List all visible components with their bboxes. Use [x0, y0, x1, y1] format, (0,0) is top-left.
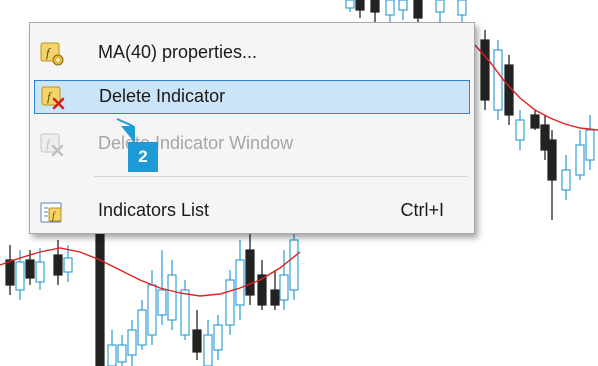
candle-body — [127, 329, 137, 356]
candle-body — [15, 261, 25, 291]
candle-body — [137, 309, 147, 346]
candle-body — [25, 259, 35, 279]
candle-body — [35, 261, 45, 283]
delete-indicator-window-icon: f — [40, 133, 64, 157]
candle-body — [515, 119, 525, 141]
candle-body — [270, 289, 280, 306]
candle-body — [157, 289, 167, 316]
candle-body — [279, 274, 289, 301]
callout-pointer-icon — [116, 118, 135, 143]
candle-body — [63, 257, 73, 273]
candle-body — [53, 254, 63, 276]
candle-body — [213, 324, 223, 351]
indicators-list-icon: f — [40, 202, 62, 223]
candle-body — [370, 0, 380, 13]
candle-body — [107, 344, 117, 366]
candle-body — [493, 49, 503, 111]
candle-body — [192, 329, 202, 353]
context-menu: f MA(40) properties... f Delete Indicato… — [29, 22, 475, 234]
candle-body — [95, 229, 105, 366]
candle-body — [289, 239, 299, 291]
candle-body — [147, 284, 157, 336]
menu-item-label: Delete Indicator — [99, 86, 226, 106]
menu-item-delete-indicator-window: f Delete Indicator Window — [34, 128, 470, 162]
menu-item-delete-indicator[interactable]: f Delete Indicator — [34, 80, 470, 114]
delete-indicator-icon: f — [41, 86, 65, 110]
menu-item-label: MA(40) properties... — [98, 42, 258, 62]
menu-item-properties[interactable]: f MA(40) properties... — [34, 37, 470, 71]
candle-body — [457, 0, 467, 16]
candle-body — [345, 0, 355, 9]
candle-body — [585, 129, 595, 161]
candle-body — [530, 114, 540, 129]
candle-body — [385, 0, 395, 16]
candle-body — [575, 144, 585, 176]
candle-body — [547, 139, 557, 181]
menu-item-label: Indicators List — [98, 200, 210, 220]
candle-body — [435, 0, 445, 13]
menu-item-indicators-list[interactable]: f Indicators List Ctrl+I — [34, 195, 470, 229]
candle-body — [117, 344, 127, 363]
menu-item-shortcut: Ctrl+I — [400, 200, 444, 220]
candle-body — [355, 0, 365, 11]
candle-body — [398, 0, 408, 11]
candle-body — [180, 289, 190, 336]
indicator-properties-icon: f — [40, 42, 64, 66]
candle-body — [225, 279, 235, 326]
candle-body — [561, 169, 571, 191]
candle-body — [5, 259, 15, 286]
candle-body — [245, 249, 255, 296]
step-badge: 2 — [128, 142, 158, 172]
candle-body — [203, 334, 213, 366]
candle-body — [167, 274, 177, 321]
candle-body — [413, 0, 423, 19]
menu-separator — [94, 176, 468, 177]
candle-body — [235, 259, 245, 306]
candle-body — [480, 39, 490, 101]
